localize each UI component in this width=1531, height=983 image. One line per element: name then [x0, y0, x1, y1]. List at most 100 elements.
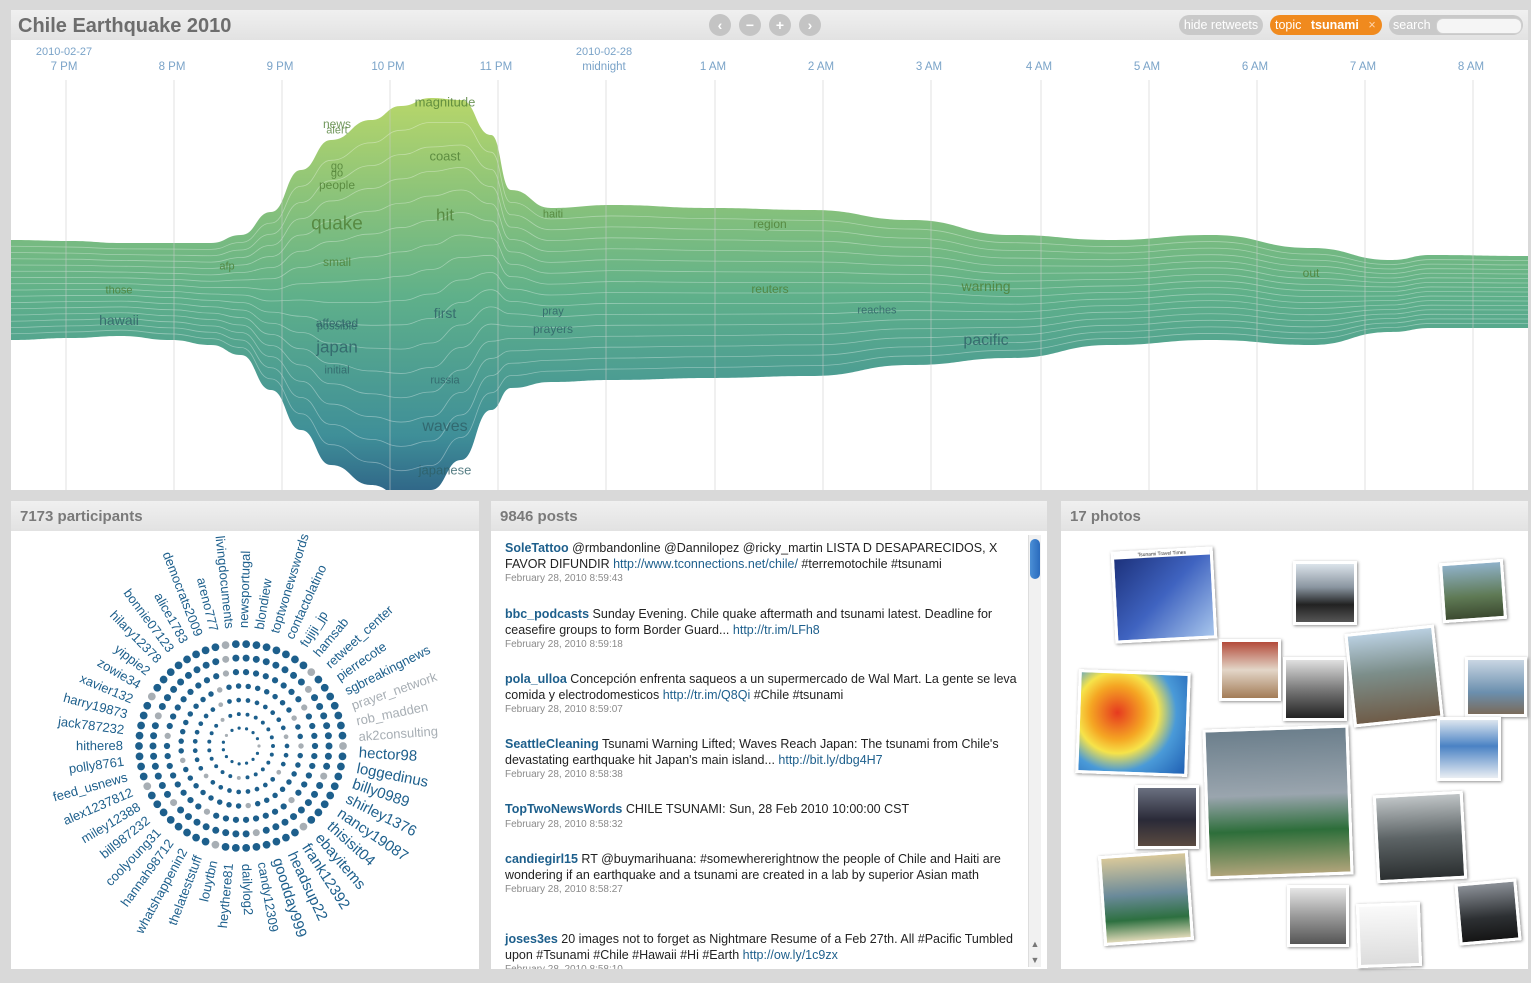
- topic-word[interactable]: prayers: [533, 322, 573, 336]
- participant-dot[interactable]: [338, 752, 347, 761]
- topic-word[interactable]: waves: [421, 418, 467, 435]
- post-link[interactable]: http://bit.ly/dbg4H7: [778, 753, 882, 767]
- participant-dot[interactable]: [194, 757, 200, 763]
- participant-dot[interactable]: [304, 685, 312, 693]
- dark-mountain-photo[interactable]: [1135, 785, 1199, 849]
- participant-dot[interactable]: [251, 757, 255, 761]
- participant-dot[interactable]: [193, 703, 199, 709]
- post-username[interactable]: TopTwoNewsWords: [505, 802, 622, 816]
- participant-dot[interactable]: [212, 826, 220, 834]
- participant-dot[interactable]: [309, 762, 316, 770]
- participant-dot[interactable]: [245, 789, 251, 794]
- participant-dot[interactable]: [281, 666, 289, 674]
- participant-dot[interactable]: [282, 833, 290, 842]
- participant-dot[interactable]: [301, 704, 308, 711]
- participant-dot[interactable]: [201, 646, 210, 655]
- participant-dot[interactable]: [236, 789, 242, 795]
- participant-dot[interactable]: [311, 790, 319, 798]
- participant-dot[interactable]: [227, 699, 232, 704]
- participant-dot[interactable]: [307, 816, 316, 824]
- participant-dot[interactable]: [137, 721, 145, 730]
- participant-dot[interactable]: [178, 748, 184, 754]
- participant-dot[interactable]: [207, 748, 212, 753]
- participant-dot[interactable]: [286, 779, 292, 785]
- scroll-down-icon[interactable]: ▼: [1030, 955, 1040, 965]
- participant-dot[interactable]: [147, 791, 156, 800]
- participant-dot[interactable]: [198, 721, 204, 727]
- post-link[interactable]: http://tr.im/Q8Qi: [663, 688, 751, 702]
- participant-dot[interactable]: [170, 713, 177, 720]
- participant-dot[interactable]: [260, 767, 265, 772]
- participant-dot[interactable]: [150, 752, 158, 760]
- participant-dot[interactable]: [314, 675, 323, 684]
- participant-dot[interactable]: [320, 712, 328, 720]
- participant-dot[interactable]: [326, 692, 335, 701]
- participant-dot[interactable]: [187, 688, 194, 696]
- participant-dot[interactable]: [262, 812, 269, 819]
- tv-news-japan-map[interactable]: [1202, 724, 1354, 880]
- participant-dot[interactable]: [203, 808, 211, 815]
- participant-name[interactable]: ak2consulting: [358, 723, 438, 744]
- participant-dot[interactable]: [283, 734, 289, 740]
- participant-dot[interactable]: [200, 789, 206, 796]
- topic-word[interactable]: possible: [317, 321, 357, 333]
- participant-dot[interactable]: [203, 677, 211, 684]
- participant-dot[interactable]: [192, 650, 200, 659]
- close-icon[interactable]: ×: [1368, 18, 1375, 32]
- participant-dot[interactable]: [177, 806, 185, 814]
- participant-dot[interactable]: [183, 655, 191, 664]
- participant-dot[interactable]: [154, 772, 162, 780]
- participant-dot[interactable]: [224, 754, 229, 759]
- post-username[interactable]: candiegirl15: [505, 852, 578, 866]
- participant-dot[interactable]: [334, 772, 343, 781]
- participant-dot[interactable]: [244, 761, 249, 765]
- participant-dot[interactable]: [298, 743, 304, 749]
- participant-dot[interactable]: [291, 655, 299, 664]
- participant-dot[interactable]: [174, 781, 181, 788]
- scrollbar-thumb[interactable]: [1030, 539, 1040, 579]
- participant-dot[interactable]: [184, 813, 192, 821]
- participant-dot[interactable]: [254, 700, 260, 706]
- participant-dot[interactable]: [226, 684, 232, 690]
- participant-dot[interactable]: [164, 732, 171, 740]
- participant-dot[interactable]: [153, 800, 162, 809]
- participant-dot[interactable]: [221, 748, 225, 752]
- participant-dot[interactable]: [245, 698, 251, 703]
- nav-back-button[interactable]: ‹: [709, 14, 731, 36]
- participant-dot[interactable]: [297, 733, 303, 740]
- participant-dot[interactable]: [339, 742, 347, 750]
- participant-dot[interactable]: [192, 833, 200, 842]
- participant-dot[interactable]: [220, 717, 225, 722]
- participant-dot[interactable]: [254, 800, 261, 807]
- participant-dot[interactable]: [221, 842, 230, 851]
- post-item[interactable]: TopTwoNewsWords CHILE TSUNAMI: Sun, 28 F…: [505, 802, 1025, 832]
- post-link[interactable]: http://ow.ly/1c9zx: [743, 948, 838, 962]
- debris-street-photo[interactable]: [1287, 885, 1349, 947]
- participant-dot[interactable]: [214, 723, 219, 728]
- post-item[interactable]: joses3es 20 images not to forget as Nigh…: [505, 932, 1025, 969]
- topic-filter-chip[interactable]: topic tsunami ×: [1270, 15, 1382, 35]
- participant-dot[interactable]: [295, 696, 302, 703]
- participant-dot[interactable]: [272, 646, 281, 655]
- participant-dot[interactable]: [228, 713, 233, 718]
- topic-word[interactable]: quake: [311, 214, 363, 235]
- participant-dot[interactable]: [262, 782, 268, 788]
- participant-dot[interactable]: [245, 712, 250, 717]
- topic-word[interactable]: small: [323, 255, 351, 269]
- participant-dot[interactable]: [208, 691, 214, 697]
- participant-dot[interactable]: [139, 711, 148, 720]
- participant-dot[interactable]: [330, 782, 339, 791]
- participant-dot[interactable]: [245, 775, 250, 780]
- participant-dot[interactable]: [242, 669, 250, 676]
- topic-word[interactable]: warning: [960, 278, 1010, 294]
- participant-dot[interactable]: [183, 766, 189, 773]
- participant-dot[interactable]: [252, 641, 261, 650]
- participant-dot[interactable]: [180, 789, 187, 796]
- participant-dot[interactable]: [269, 735, 274, 740]
- post-item[interactable]: SeattleCleaning Tsunami Warning Lifted; …: [505, 737, 1025, 782]
- post-username[interactable]: SoleTattoo: [505, 541, 569, 555]
- participant-dot[interactable]: [137, 762, 145, 771]
- topic-word[interactable]: russia: [430, 375, 460, 387]
- participant-dot[interactable]: [193, 818, 201, 826]
- participant-dot[interactable]: [183, 719, 189, 726]
